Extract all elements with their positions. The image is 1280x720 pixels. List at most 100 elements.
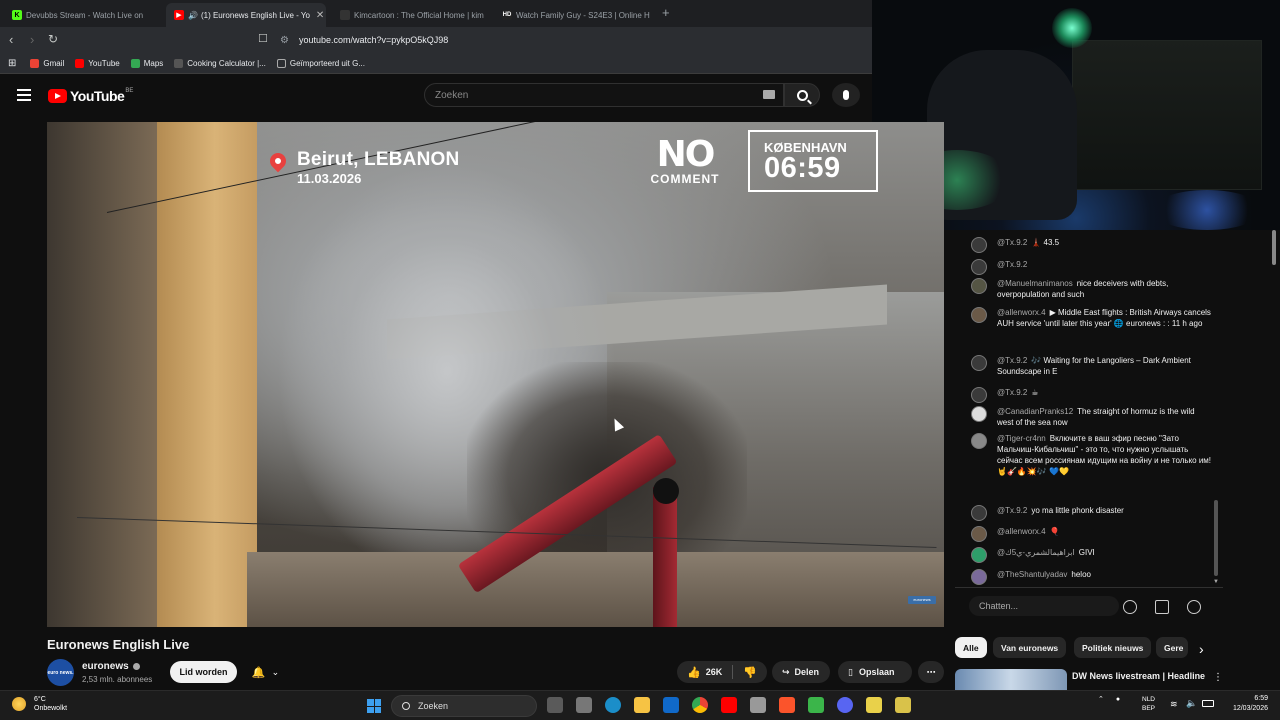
recommended-video[interactable]: DW News livestream | Headline ⋮ (955, 669, 1223, 690)
chat-avatar[interactable] (971, 387, 987, 403)
thumbs-up-icon[interactable]: 👍 (687, 666, 701, 679)
heart-icon[interactable] (1187, 600, 1201, 614)
chip-related[interactable]: Gere (1156, 637, 1188, 658)
chat-input[interactable]: Chatten... (969, 596, 1119, 616)
bookmark-icon[interactable]: ☐ (258, 32, 268, 45)
input-language[interactable]: NLD BEP (1142, 695, 1155, 713)
edge-icon[interactable] (605, 697, 621, 713)
site-info-icon[interactable]: ⚙ (280, 35, 289, 46)
chat-author[interactable]: @Tiger-cr4nn (997, 434, 1046, 443)
chat-avatar[interactable] (971, 505, 987, 521)
chat-avatar[interactable] (971, 406, 987, 422)
notification-bell-button[interactable]: 🔔 ⌄ (243, 661, 288, 683)
chat-author[interactable]: @Tx.9.2 (997, 388, 1027, 397)
chat-avatar[interactable] (971, 547, 987, 563)
app-icon[interactable] (895, 697, 911, 713)
chat-avatar[interactable] (971, 569, 987, 585)
chip-all[interactable]: Alle (955, 637, 987, 658)
recommended-title[interactable]: DW News livestream | Headline (1072, 671, 1205, 681)
bookmark-gmail[interactable]: Gmail (30, 58, 64, 68)
chat-avatar[interactable] (971, 433, 987, 449)
chat-author[interactable]: @Tx.9.2 (997, 506, 1027, 515)
more-actions-button[interactable]: ⋯ (918, 661, 944, 683)
volume-icon[interactable]: 🔈 (1186, 698, 1197, 709)
search-button[interactable] (784, 83, 820, 107)
hd-favicon-icon: HD (502, 10, 512, 20)
chat-avatar[interactable] (971, 278, 987, 294)
channel-avatar[interactable]: euro news. (47, 659, 74, 686)
chrome-icon[interactable] (692, 697, 708, 713)
chat-author[interactable]: @Tx.9.2 (997, 356, 1027, 365)
chat-avatar[interactable] (971, 307, 987, 323)
chat-author[interactable]: @Tx.9.2 (997, 260, 1027, 269)
chat-author[interactable]: @allenworx.4 (997, 527, 1046, 536)
chat-scroll-down-icon[interactable]: ▼ (1213, 579, 1219, 585)
bookmark-youtube[interactable]: YouTube (75, 58, 120, 68)
back-arrow-icon[interactable]: ‹ (9, 32, 13, 47)
chat-author[interactable]: @CanadianPranks12 (997, 407, 1073, 416)
chat-author[interactable]: @TheShantulyadav (997, 570, 1067, 579)
chip-political-news[interactable]: Politiek nieuws (1074, 637, 1152, 658)
thumbs-down-icon[interactable]: 👎 (743, 666, 757, 679)
taskbar-clock[interactable]: 6:59 12/03/2026 (1222, 694, 1268, 714)
video-player[interactable]: Beirut, LEBANON 11.03.2026 NO COMMENT KØ… (47, 122, 944, 627)
weather-widget[interactable]: 6°C Onbewolkt (12, 695, 67, 713)
battery-icon[interactable] (1202, 700, 1214, 707)
apps-grid-icon[interactable]: ⊞ (8, 58, 16, 69)
tab-family-guy[interactable]: HD Watch Family Guy - S24E3 | Online H (494, 3, 654, 27)
search-input[interactable]: Zoeken (424, 83, 784, 107)
chat-avatar[interactable] (971, 237, 987, 253)
close-tab-icon[interactable]: ✕ (316, 10, 324, 21)
video-thumbnail[interactable] (955, 669, 1067, 690)
discord-icon[interactable] (837, 697, 853, 713)
chat-author[interactable]: @Manuelmanimanos (997, 279, 1073, 288)
microphone-tray-icon[interactable]: ● (1116, 696, 1120, 703)
tab-euronews[interactable]: ▶ 🔊 (1) Euronews English Live - Yo ✕ (166, 3, 326, 27)
store-icon[interactable] (576, 697, 592, 713)
app-icon[interactable] (866, 697, 882, 713)
chevron-up-icon[interactable]: ⌃ (1098, 695, 1104, 703)
app-icon[interactable] (808, 697, 824, 713)
youtube-logo[interactable]: YouTube BE (48, 88, 133, 104)
chat-message: @allenworx.4 🎈 (971, 526, 1211, 542)
chat-avatar[interactable] (971, 526, 987, 542)
super-chat-icon[interactable] (1155, 600, 1169, 614)
chat-author[interactable]: @allenworx.4 (997, 308, 1046, 317)
chat-author[interactable]: @Tx.9.2 (997, 238, 1027, 247)
page-scrollbar[interactable] (1272, 230, 1276, 265)
new-tab-plus-icon[interactable]: + (662, 5, 670, 20)
bookmark-folder-imported[interactable]: Geïmporteerd uit G... (276, 58, 365, 68)
wifi-icon[interactable]: ≋ (1170, 699, 1178, 710)
emoji-icon[interactable] (1123, 600, 1137, 614)
tab-devubbs[interactable]: K Devubbs Stream - Watch Live on (4, 3, 162, 27)
brave-icon[interactable] (779, 697, 795, 713)
bookmark-cooking[interactable]: Cooking Calculator |... (174, 58, 266, 68)
join-button[interactable]: Lid worden (170, 661, 237, 683)
reload-icon[interactable]: ↻ (48, 32, 58, 46)
more-vert-icon[interactable]: ⋮ (1213, 672, 1223, 683)
chevron-right-icon[interactable]: › (1199, 641, 1204, 657)
url-field[interactable]: ⚙ youtube.com/watch?v=pykpO5kQJ98 (280, 30, 860, 50)
file-explorer-icon[interactable] (634, 697, 650, 713)
share-button[interactable]: ↪ Delen (772, 661, 830, 683)
chat-scrollbar[interactable] (1214, 500, 1218, 576)
task-view-icon[interactable] (547, 697, 563, 713)
keyboard-icon[interactable] (763, 90, 775, 99)
chat-author[interactable]: @ابراهيمالشمري-ي5ك (997, 548, 1075, 557)
voice-search-button[interactable] (832, 83, 860, 107)
chip-from-euronews[interactable]: Van euronews (993, 637, 1067, 658)
outlook-icon[interactable] (663, 697, 679, 713)
chat-avatar[interactable] (971, 259, 987, 275)
bookmark-maps[interactable]: Maps (130, 58, 163, 68)
youtube-app-icon[interactable] (721, 697, 737, 713)
forward-arrow-icon[interactable]: › (30, 32, 34, 47)
chat-avatar[interactable] (971, 355, 987, 371)
calculator-icon[interactable] (750, 697, 766, 713)
tab-kimcartoon[interactable]: Kimcartoon : The Official Home | kim (332, 3, 490, 27)
like-count[interactable]: 26K (706, 667, 723, 677)
hamburger-menu-icon[interactable] (17, 89, 31, 101)
taskbar-search[interactable]: Zoeken (391, 695, 537, 717)
windows-start-icon[interactable] (367, 699, 381, 713)
channel-name[interactable]: euronews (82, 661, 140, 672)
save-button[interactable]: ▯ Opslaan (838, 661, 912, 683)
